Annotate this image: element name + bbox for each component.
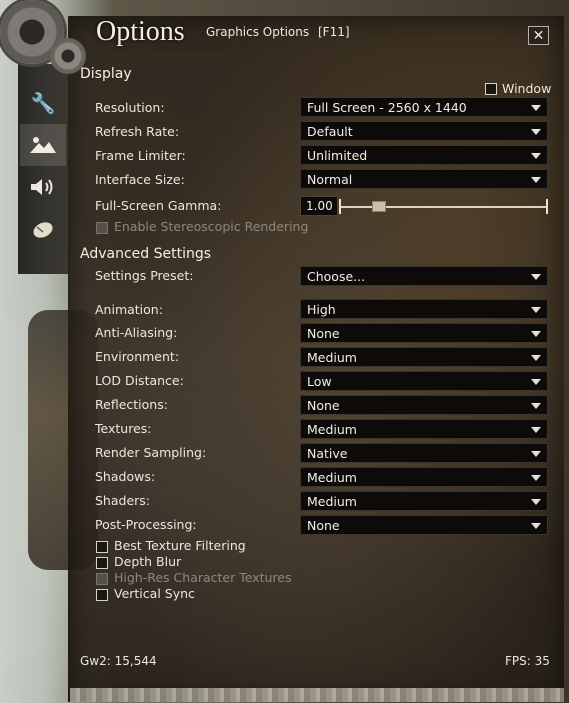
chevron-down-icon [531, 105, 541, 111]
hotkey-label: [F11] [318, 25, 350, 39]
interface-size-value: Normal [307, 172, 353, 187]
environment-value: Medium [307, 350, 357, 365]
chevron-down-icon [531, 475, 541, 481]
frame-limiter-dropdown[interactable]: Unlimited [300, 145, 548, 165]
best-texture-filtering-label: Best Texture Filtering [114, 538, 246, 553]
resolution-value: Full Screen - 2560 x 1440 [307, 100, 467, 115]
resolution-dropdown[interactable]: Full Screen - 2560 x 1440 [300, 97, 548, 117]
build-number: Gw2: 15,544 [80, 654, 157, 668]
tab-sound[interactable] [20, 166, 66, 208]
tab-graphics[interactable] [20, 124, 66, 166]
chevron-down-icon [531, 274, 541, 280]
chevron-down-icon [531, 307, 541, 313]
textures-dropdown[interactable]: Medium [300, 419, 548, 439]
gamma-slider-min [339, 199, 341, 214]
chevron-down-icon [531, 403, 541, 409]
chevron-down-icon [531, 427, 541, 433]
shadows-dropdown[interactable]: Medium [300, 467, 548, 487]
chevron-down-icon [531, 355, 541, 361]
advanced-heading: Advanced Settings [80, 246, 212, 262]
post-processing-label: Post-Processing: [95, 517, 197, 532]
depth-blur-checkbox[interactable] [96, 557, 108, 569]
anti-aliasing-dropdown[interactable]: None [300, 323, 548, 343]
options-tabs: 🔧 [20, 82, 66, 250]
vertical-sync-label: Vertical Sync [114, 586, 195, 601]
chevron-down-icon [531, 499, 541, 505]
shaders-dropdown[interactable]: Medium [300, 491, 548, 511]
animation-label: Animation: [95, 302, 163, 317]
preset-dropdown[interactable]: Choose... [300, 266, 548, 286]
reflections-dropdown[interactable]: None [300, 395, 548, 415]
depth-blur-label: Depth Blur [114, 554, 182, 569]
shaders-value: Medium [307, 494, 357, 509]
window-checkbox[interactable] [485, 83, 497, 95]
stereoscopic-checkbox [96, 222, 108, 234]
speaker-icon [31, 179, 53, 195]
anti-aliasing-label: Anti-Aliasing: [95, 325, 178, 340]
gamma-slider-thumb[interactable] [372, 201, 386, 212]
chevron-down-icon [531, 451, 541, 457]
animation-value: High [307, 302, 336, 317]
wrench-icon: 🔧 [30, 91, 56, 115]
animation-dropdown[interactable]: High [300, 299, 548, 319]
environment-dropdown[interactable]: Medium [300, 347, 548, 367]
gamma-value-field[interactable]: 1.00 [300, 196, 338, 216]
lod-distance-dropdown[interactable]: Low [300, 371, 548, 391]
lod-distance-label: LOD Distance: [95, 373, 184, 388]
chevron-down-icon [531, 153, 541, 159]
shaders-label: Shaders: [95, 493, 151, 508]
window-title: Options [96, 16, 185, 47]
refresh-rate-dropdown[interactable]: Default [300, 121, 548, 141]
refresh-rate-value: Default [307, 124, 353, 139]
reflections-label: Reflections: [95, 397, 168, 412]
post-processing-dropdown[interactable]: None [300, 515, 548, 535]
preset-label: Settings Preset: [95, 268, 194, 283]
high-res-textures-label: High-Res Character Textures [114, 570, 292, 585]
close-button[interactable]: ✕ [528, 26, 549, 45]
reflections-value: None [307, 398, 340, 413]
frame-limiter-label: Frame Limiter: [95, 148, 186, 163]
interface-size-dropdown[interactable]: Normal [300, 169, 548, 189]
frame-limiter-value: Unlimited [307, 148, 368, 163]
textures-value: Medium [307, 422, 357, 437]
display-heading: Display [80, 66, 132, 82]
render-sampling-label: Render Sampling: [95, 445, 207, 460]
chevron-down-icon [531, 523, 541, 529]
chevron-down-icon [531, 177, 541, 183]
refresh-rate-label: Refresh Rate: [95, 124, 180, 139]
preset-value: Choose... [307, 269, 366, 284]
gamma-label: Full-Screen Gamma: [95, 198, 222, 213]
mouse-icon [33, 222, 53, 238]
window-checkbox-label: Window [502, 81, 552, 96]
vertical-sync-checkbox[interactable] [96, 589, 108, 601]
post-processing-value: None [307, 518, 340, 533]
best-texture-filtering-checkbox[interactable] [96, 541, 108, 553]
tab-controls[interactable] [20, 208, 66, 250]
interface-size-label: Interface Size: [95, 172, 185, 187]
high-res-textures-checkbox [96, 573, 108, 585]
anti-aliasing-value: None [307, 326, 340, 341]
fps-counter: FPS: 35 [505, 654, 550, 668]
chevron-down-icon [531, 379, 541, 385]
environment-label: Environment: [95, 349, 180, 364]
render-sampling-value: Native [307, 446, 348, 461]
chevron-down-icon [531, 129, 541, 135]
window-subtitle: Graphics Options [206, 25, 310, 39]
gamma-slider-max [546, 199, 548, 214]
textures-label: Textures: [95, 421, 152, 436]
lod-distance-value: Low [307, 374, 332, 389]
mountains-icon [30, 137, 56, 153]
render-sampling-dropdown[interactable]: Native [300, 443, 548, 463]
shadows-label: Shadows: [95, 469, 156, 484]
tab-general[interactable]: 🔧 [20, 82, 66, 124]
stereoscopic-label: Enable Stereoscopic Rendering [114, 219, 309, 234]
shadows-value: Medium [307, 470, 357, 485]
resolution-label: Resolution: [95, 100, 165, 115]
chevron-down-icon [531, 331, 541, 337]
